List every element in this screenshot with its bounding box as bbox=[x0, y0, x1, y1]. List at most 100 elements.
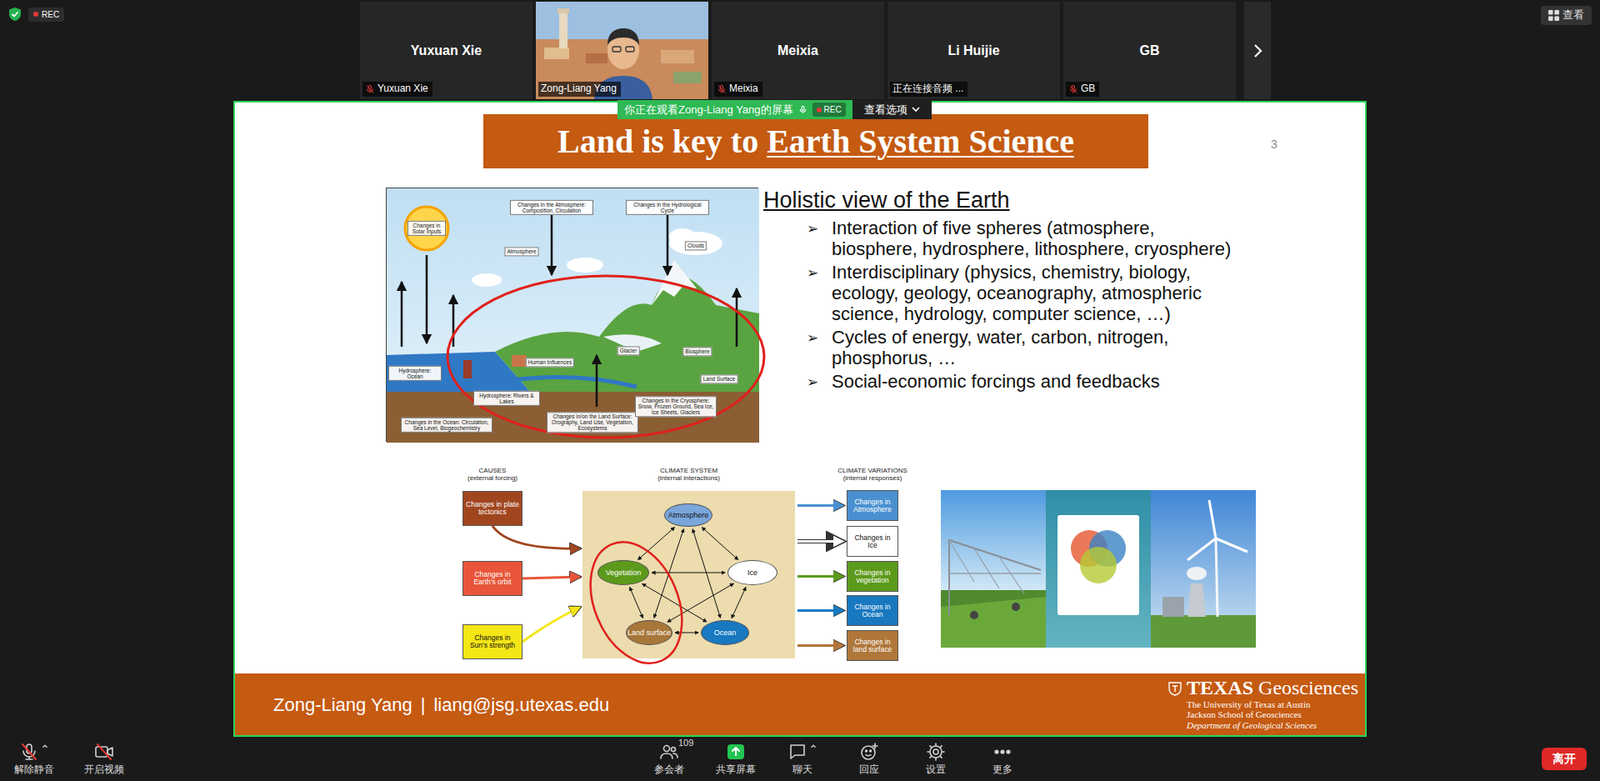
logo-rest: Geosciences bbox=[1258, 677, 1359, 699]
slide-title-text: Land is key to bbox=[557, 123, 759, 160]
toolbar-left: 解除静音 开启视频 bbox=[8, 741, 644, 775]
shared-screen: Land is key toEarth System Science3Chang… bbox=[233, 100, 1367, 737]
interaction-arrow bbox=[692, 529, 720, 619]
view-button[interactable]: 查看 bbox=[1540, 5, 1592, 25]
caret-up-icon[interactable] bbox=[40, 741, 50, 750]
grid-icon bbox=[1548, 10, 1560, 21]
participant-tile[interactable]: MeixiaMeixia bbox=[711, 1, 885, 100]
bullet-arrow-icon: ➢ bbox=[806, 262, 832, 325]
slide-heading: Holistic view of the Earth bbox=[763, 187, 1280, 214]
view-options-label[interactable]: 查看选项 bbox=[864, 101, 908, 119]
interaction-arrow bbox=[654, 529, 685, 619]
participant-tile[interactable]: Li Huijie 正在连接音频 ... bbox=[887, 1, 1060, 100]
participant-tile[interactable]: GBGB bbox=[1063, 1, 1236, 100]
mic-button[interactable]: 解除静音 bbox=[8, 741, 60, 775]
logo-line: The University of Texas at Austin bbox=[1168, 699, 1359, 710]
tool-label[interactable]: 共享屏幕 bbox=[715, 763, 756, 775]
figure-label: Changes in Solar Inputs bbox=[407, 220, 446, 236]
bullet-list: ➢Interaction of five spheres (atmosphere… bbox=[763, 218, 1280, 393]
logo-title: TEXASGeosciences bbox=[1168, 677, 1359, 699]
diagram-heading: CLIMATE SYSTEM(internal interactions) bbox=[657, 466, 720, 482]
variation-box: Changes in Atmosphere bbox=[846, 490, 899, 521]
climate-component: Ice bbox=[727, 560, 778, 585]
figure-label: Changes in/on the Land Surface: Orograph… bbox=[546, 411, 639, 433]
diagram-heading: CLIMATE VARIATIONS(internal responses) bbox=[837, 466, 908, 482]
cause-arrow bbox=[522, 606, 581, 642]
tool-label[interactable]: 设置 bbox=[925, 763, 946, 775]
leave-button[interactable]: 离开 bbox=[1541, 747, 1587, 770]
camera-button[interactable]: 开启视频 bbox=[78, 741, 130, 775]
response-arrow-outline bbox=[797, 539, 845, 544]
recording-label: REC bbox=[41, 9, 60, 20]
irrigation-photo bbox=[940, 490, 1046, 648]
bullet-text: Cycles of energy, water, carbon, nitroge… bbox=[831, 327, 1240, 369]
tool-label[interactable]: 开启视频 bbox=[84, 763, 125, 775]
figure-label: Glacier bbox=[617, 345, 640, 355]
figure-label: Changes in the Hydrological Cycle bbox=[625, 200, 710, 215]
participant-label: Meixia bbox=[714, 81, 763, 97]
bullet-text: Social-economic forcings and feedbacks bbox=[831, 371, 1240, 393]
interaction-arrow bbox=[630, 587, 644, 619]
cause-label: Changes in Sun's strength bbox=[465, 634, 520, 650]
view-options-button[interactable]: 查看选项 bbox=[852, 100, 932, 120]
figure-label: Hydrosphere: Ocean bbox=[388, 365, 442, 381]
cause-label: Changes in Earth's orbit bbox=[465, 570, 520, 586]
share-stage: Land is key toEarth System Science3Chang… bbox=[0, 100, 1600, 737]
mic-icon bbox=[19, 741, 40, 762]
muted-mic-icon bbox=[716, 84, 727, 95]
tool-label[interactable]: 聊天 bbox=[792, 763, 813, 775]
diagram-heading: CAUSES(external forcing) bbox=[467, 466, 518, 482]
diagram-heading-title: CLIMATE VARIATIONS bbox=[837, 466, 908, 475]
earth-system-figure: Changes in Solar InputsChanges in the At… bbox=[385, 187, 759, 442]
component-label: Atmosphere bbox=[668, 511, 710, 520]
nexus-photos bbox=[940, 490, 1256, 648]
nexus-photo bbox=[1045, 490, 1151, 648]
chevron-down-icon bbox=[911, 106, 920, 113]
figure-label: Changes in the Cryosphere: Snow, Frozen … bbox=[635, 395, 717, 417]
tool-label[interactable]: 解除静音 bbox=[14, 763, 55, 775]
recording-label: REC bbox=[824, 103, 842, 116]
tool-icon-row bbox=[787, 741, 818, 762]
participant-label: 正在连接音频 ... bbox=[890, 81, 968, 97]
interaction-arrow bbox=[731, 587, 746, 619]
cause-box: Changes in Sun's strength bbox=[462, 624, 523, 660]
settings-button[interactable]: 设置 bbox=[910, 741, 962, 775]
slide-text: Holistic view of the Earth ➢Interaction o… bbox=[763, 187, 1280, 442]
bullet-item: ➢Cycles of energy, water, carbon, nitrog… bbox=[806, 327, 1280, 369]
variation-box: Changes in land surface bbox=[846, 630, 899, 661]
variation-label: Changes in vegetation bbox=[849, 569, 896, 585]
caret-up-icon[interactable] bbox=[809, 741, 818, 750]
share-screen-icon bbox=[725, 741, 746, 762]
participant-tile[interactable]: Zong-Liang Yang bbox=[535, 1, 709, 100]
cause-box: Changes in Earth's orbit bbox=[462, 560, 523, 596]
share-button[interactable]: 共享屏幕 bbox=[710, 741, 762, 775]
bullet-item: ➢Interdisciplinary (physics, chemistry, … bbox=[806, 262, 1280, 325]
slide-middle: Changes in Solar InputsChanges in the At… bbox=[235, 187, 1365, 442]
tool-label[interactable]: 回应 bbox=[859, 763, 880, 775]
tool-label[interactable]: 参会者 bbox=[654, 763, 685, 775]
chat-button[interactable]: 聊天 bbox=[776, 741, 829, 775]
participant-strip: Yuxuan XieYuxuan Xie Zong-Liang Yang Meixi… bbox=[0, 0, 1600, 101]
more-button[interactable]: 更多 bbox=[976, 741, 1029, 775]
participant-tile[interactable]: Yuxuan XieYuxuan Xie bbox=[360, 1, 533, 100]
recording-dot bbox=[816, 107, 822, 113]
mic-icon bbox=[798, 104, 808, 115]
slide-footer: Zong-Liang Yang|liang@jsg.utexas.eduTEXA… bbox=[235, 673, 1365, 735]
bullet-item: ➢Social-economic forcings and feedbacks bbox=[806, 371, 1280, 393]
response-arrow bbox=[797, 540, 845, 543]
component-label: Land surface bbox=[627, 629, 671, 637]
tool-icon-row: 109 bbox=[659, 741, 680, 762]
participant-name: Li Huijie bbox=[947, 40, 1000, 61]
participants-button[interactable]: 109参会者 bbox=[643, 741, 695, 775]
tool-icon-row bbox=[925, 741, 946, 762]
response-arrow bbox=[797, 504, 845, 507]
ut-shield-icon bbox=[1168, 680, 1182, 696]
tool-label[interactable]: 更多 bbox=[992, 763, 1013, 775]
reactions-button[interactable]: 回应 bbox=[843, 741, 895, 775]
view-label[interactable]: 查看 bbox=[1562, 8, 1585, 23]
next-page-button[interactable] bbox=[1244, 1, 1271, 100]
participant-label-text: Zong-Liang Yang bbox=[540, 82, 617, 96]
tool-icon-row bbox=[859, 741, 880, 762]
tool-icon-row bbox=[19, 741, 50, 762]
participant-label-text: 正在连接音频 ... bbox=[892, 82, 964, 96]
